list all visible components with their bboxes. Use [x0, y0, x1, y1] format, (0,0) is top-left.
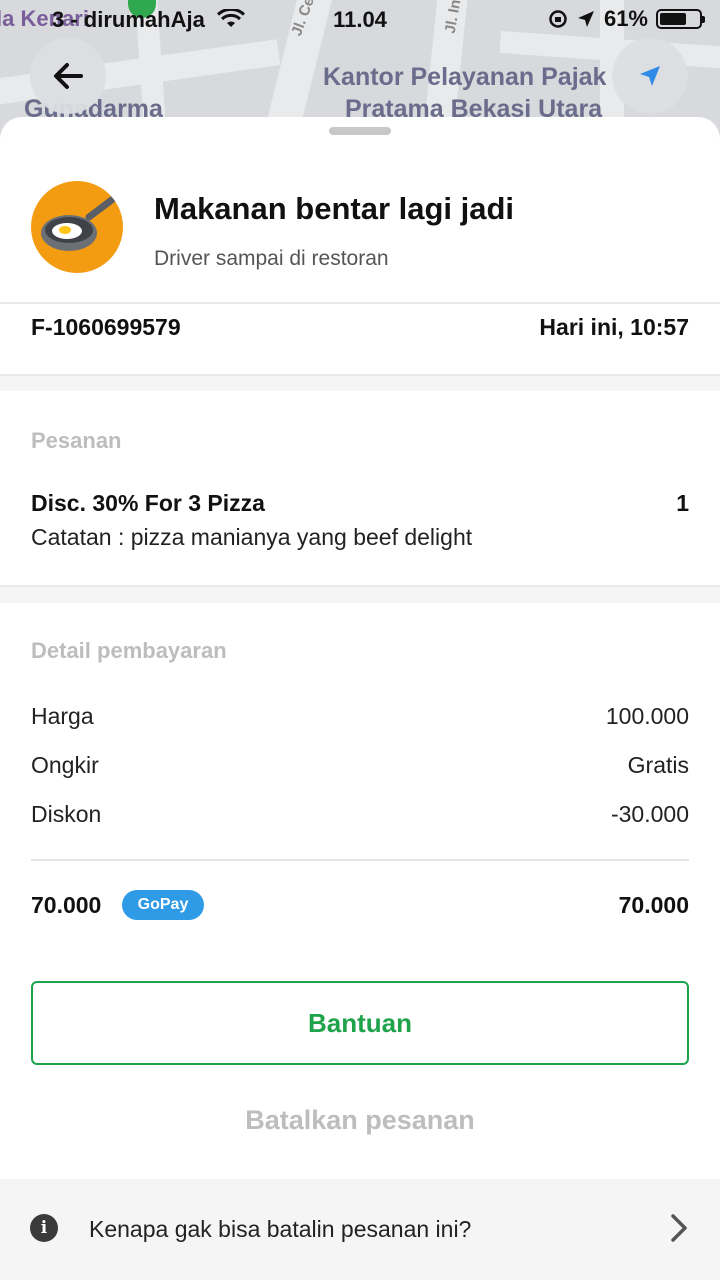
section-separator: [0, 587, 720, 603]
cancel-faq-row[interactable]: i Kenapa gak bisa batalin pesanan ini?: [0, 1179, 720, 1280]
discount-label: Diskon: [31, 801, 102, 827]
divider: [31, 859, 689, 861]
chevron-right-icon: [671, 1214, 687, 1242]
battery-percent: 61%: [603, 6, 648, 31]
battery-icon: [656, 9, 705, 29]
back-button[interactable]: [30, 38, 106, 114]
payment-method-badge: GoPay: [122, 890, 204, 920]
orientation-lock-icon: [549, 10, 567, 28]
delivery-fee-value: Gratis: [627, 752, 689, 778]
navigation-arrow-icon: [640, 66, 660, 86]
item-quantity: 1: [676, 490, 689, 516]
total-amount-right: 70.000: [618, 892, 689, 918]
status-right: 61%: [548, 6, 705, 32]
divider: [0, 302, 720, 304]
item-name: Disc. 30% For 3 Pizza: [31, 490, 265, 516]
help-button[interactable]: Bantuan: [31, 981, 689, 1065]
order-time: Hari ini, 10:57: [539, 314, 689, 340]
price-label: Harga: [31, 703, 94, 729]
section-separator: [0, 375, 720, 391]
frying-pan-egg-icon: [31, 181, 123, 273]
location-arrow-icon: [577, 11, 594, 27]
payment-section-title: Detail pembayaran: [31, 638, 227, 663]
price-value: 100.000: [605, 703, 689, 729]
arrow-left-icon: [54, 63, 83, 89]
order-section-title: Pesanan: [31, 428, 122, 453]
order-sheet: Makanan bentar lagi jadi Driver sampai d…: [0, 117, 720, 1280]
faq-text: Kenapa gak bisa batalin pesanan ini?: [89, 1216, 472, 1242]
recenter-button[interactable]: [612, 38, 688, 114]
total-amount: 70.000: [31, 892, 102, 918]
status-subtitle: Driver sampai di restoran: [154, 247, 389, 270]
map-place-label: Kantor Pelayanan Pajak: [323, 63, 607, 91]
order-id: F-1060699579: [31, 314, 181, 340]
delivery-fee-label: Ongkir: [31, 752, 99, 778]
item-note: Catatan : pizza manianya yang beef delig…: [31, 524, 473, 550]
cancel-order-button[interactable]: Batalkan pesanan: [0, 1105, 720, 1136]
status-title: Makanan bentar lagi jadi: [154, 191, 515, 226]
discount-value: -30.000: [610, 801, 689, 827]
status-bar: 3 - dirumahAja 11.04 61%: [0, 0, 720, 40]
info-icon: i: [30, 1214, 58, 1242]
divider: [0, 374, 720, 376]
drag-handle[interactable]: [329, 127, 391, 135]
